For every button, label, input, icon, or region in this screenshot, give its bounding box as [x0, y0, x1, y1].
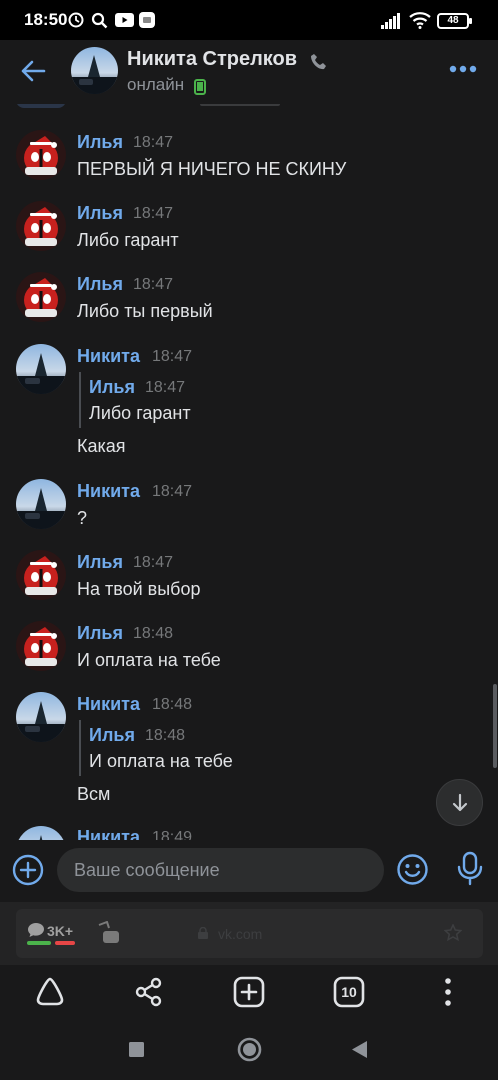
- browser-menu-icon[interactable]: [431, 975, 465, 1009]
- clipped-message-text: [200, 104, 280, 106]
- quote-time: 18:47: [145, 379, 186, 396]
- lock-icon: [198, 927, 208, 939]
- microphone-icon[interactable]: [456, 851, 484, 887]
- url-field[interactable]: 3K+ vk.com: [16, 909, 483, 958]
- avatar-ilya[interactable]: [16, 550, 66, 600]
- system-nav-bar: [0, 1020, 498, 1080]
- message-time: 18:47: [152, 483, 193, 500]
- contact-avatar[interactable]: [71, 47, 118, 94]
- signal-icon: [381, 13, 400, 29]
- message-text: ПЕРВЫЙ Я НИЧЕГО НЕ СКИНУ: [77, 159, 347, 179]
- sender-name[interactable]: Илья: [77, 203, 123, 224]
- more-options-icon[interactable]: [449, 65, 477, 73]
- message-text: И оплата на тебе: [77, 650, 221, 670]
- message-text: Либо ты первый: [77, 301, 213, 321]
- message-time: 18:47: [133, 554, 174, 571]
- message-time: 18:49: [152, 829, 193, 840]
- message-list[interactable]: Илья 18:47 ПЕРВЫЙ Я НИЧЕГО НЕ СКИНУ Илья…: [0, 104, 498, 840]
- emoji-smile-icon[interactable]: [396, 853, 429, 886]
- avatar-ilya[interactable]: [16, 130, 66, 180]
- clock-icon: [68, 12, 84, 28]
- scrollbar[interactable]: [493, 684, 497, 768]
- status-time: 18:50: [24, 10, 68, 29]
- message-text: На твой выбор: [77, 579, 201, 599]
- share-icon[interactable]: [132, 975, 166, 1009]
- sender-name[interactable]: Никита: [77, 827, 140, 840]
- contact-name[interactable]: Никита Стрелков: [127, 48, 297, 71]
- message-text: ?: [77, 508, 88, 528]
- message-time: 18:48: [152, 696, 193, 713]
- quote-time: 18:48: [145, 727, 186, 744]
- quote-text: Либо гарант: [89, 403, 191, 423]
- sender-name[interactable]: Никита: [77, 481, 140, 502]
- wifi-icon: [409, 12, 431, 29]
- avatar-ilya[interactable]: [16, 201, 66, 251]
- status-bar: 18:50 48: [0, 0, 498, 40]
- message-text: Какая: [77, 436, 126, 456]
- sender-name[interactable]: Никита: [77, 346, 140, 367]
- avatar-nikita[interactable]: [16, 479, 66, 529]
- comment-bubble-icon: [28, 923, 44, 937]
- youtube-icon: [115, 13, 134, 27]
- phone-icon: [311, 54, 326, 70]
- quote-text: И оплата на тебе: [89, 751, 233, 771]
- composer: [0, 840, 498, 902]
- avatar-nikita[interactable]: [16, 344, 66, 394]
- mobile-online-icon: [194, 79, 206, 95]
- tabs-switch-icon[interactable]: [95, 921, 121, 945]
- avatar: [16, 104, 66, 108]
- home-circle-icon[interactable]: [237, 1037, 262, 1062]
- quote-bar: [79, 372, 81, 428]
- attach-plus-icon[interactable]: [12, 854, 44, 886]
- avatar-nikita[interactable]: [16, 826, 66, 840]
- sender-name[interactable]: Илья: [77, 623, 123, 644]
- comments-count-badge: 3K+: [47, 923, 74, 939]
- message-time: 18:47: [133, 276, 174, 293]
- tabs-count-button[interactable]: 10: [332, 975, 366, 1009]
- sender-name[interactable]: Илья: [77, 552, 123, 573]
- message-text: Либо гарант: [77, 230, 179, 250]
- browser-toolbar: 10: [0, 965, 498, 1020]
- contact-status: онлайн: [127, 75, 185, 94]
- sender-name[interactable]: Илья: [77, 274, 123, 295]
- message-time: 18:47: [133, 134, 174, 151]
- new-tab-plus-icon[interactable]: [232, 975, 266, 1009]
- star-icon[interactable]: [444, 924, 462, 942]
- tabs-count: 10: [341, 984, 357, 1000]
- sender-name[interactable]: Никита: [77, 694, 140, 715]
- back-triangle-icon[interactable]: [351, 1040, 368, 1059]
- battery-indicator: 48: [437, 13, 472, 29]
- chat-header: Никита Стрелков онлайн: [0, 40, 498, 104]
- sender-name[interactable]: Илья: [77, 132, 123, 153]
- message-time: 18:47: [133, 205, 174, 222]
- search-status-icon: [91, 12, 108, 29]
- avatar-ilya[interactable]: [16, 621, 66, 671]
- url-text[interactable]: vk.com: [218, 926, 262, 942]
- scroll-down-button[interactable]: [436, 779, 483, 826]
- quote-sender[interactable]: Илья: [89, 725, 135, 746]
- home-triangle-icon[interactable]: [33, 975, 67, 1009]
- message-text: Всм: [77, 784, 111, 804]
- red-indicator: [55, 941, 75, 945]
- app-notification-icon: [139, 12, 155, 28]
- avatar-nikita[interactable]: [16, 692, 66, 742]
- recents-square-icon[interactable]: [128, 1041, 145, 1058]
- back-arrow-icon[interactable]: [20, 58, 46, 84]
- quote-bar: [79, 720, 81, 776]
- message-time: 18:47: [152, 348, 193, 365]
- arrow-down-icon: [452, 793, 468, 812]
- avatar-ilya[interactable]: [16, 272, 66, 322]
- green-indicator: [27, 941, 51, 945]
- message-input[interactable]: [57, 848, 384, 892]
- browser-address-bar: 3K+ vk.com: [0, 902, 498, 965]
- message-time: 18:48: [133, 625, 174, 642]
- quote-sender[interactable]: Илья: [89, 377, 135, 398]
